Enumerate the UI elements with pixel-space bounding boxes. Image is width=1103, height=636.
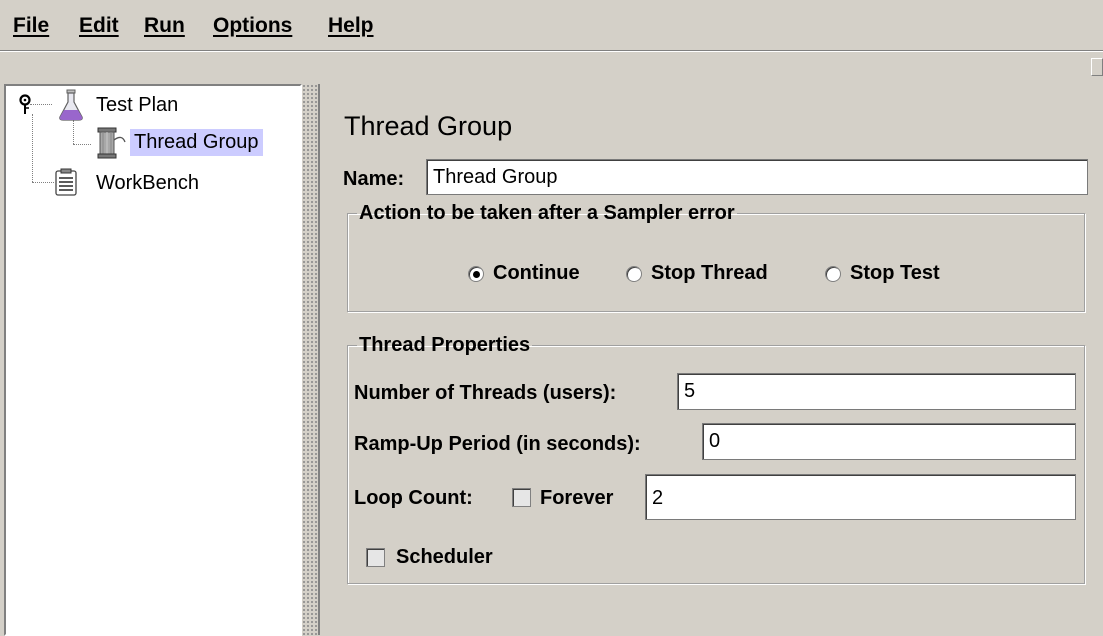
forever-checkbox[interactable]	[512, 488, 531, 507]
tree-item-test-plan[interactable]: Test Plan	[92, 92, 182, 119]
radio-stop-thread[interactable]: Stop Thread	[626, 262, 768, 285]
radio-unselected-icon	[626, 265, 642, 282]
workbench-clipboard-icon	[55, 168, 77, 196]
rampup-input[interactable]: 0	[702, 423, 1076, 460]
thread-group-spool-icon	[97, 127, 126, 159]
thread-properties-legend: Thread Properties	[359, 334, 531, 356]
radio-unselected-icon	[825, 265, 841, 282]
radio-stop-test[interactable]: Stop Test	[825, 262, 940, 285]
radio-selected-icon	[468, 265, 484, 282]
menu-edit[interactable]: Edit	[79, 14, 119, 38]
scheduler-checkbox[interactable]	[366, 548, 385, 567]
menu-bar: File Edit Run Options Help	[0, 0, 1103, 50]
sampler-error-legend: Action to be taken after a Sampler error	[359, 202, 735, 224]
tree-connector	[32, 182, 54, 183]
thread-group-panel: Thread Group Name: Thread Group Action t…	[322, 84, 1103, 635]
name-label: Name:	[343, 168, 405, 190]
toolbar-handle	[1091, 58, 1103, 76]
rampup-label: Ramp-Up Period (in seconds):	[354, 433, 641, 455]
menu-options[interactable]: Options	[213, 14, 292, 38]
menu-run[interactable]: Run	[144, 14, 185, 38]
menu-help[interactable]: Help	[328, 14, 374, 38]
tree-connector	[30, 104, 52, 105]
tree-root-key-icon[interactable]	[16, 94, 34, 116]
sampler-error-group: Action to be taken after a Sampler error	[347, 202, 1085, 312]
loop-count-input[interactable]: 2	[645, 474, 1076, 520]
test-plan-flask-icon	[59, 89, 83, 121]
toolbar-divider-highlight	[0, 51, 1103, 52]
threads-input[interactable]: 5	[677, 373, 1076, 410]
threads-label: Number of Threads (users):	[354, 382, 617, 404]
loop-count-label: Loop Count:	[354, 487, 473, 509]
radio-stop-thread-label: Stop Thread	[651, 262, 768, 284]
tree-connector	[73, 120, 74, 144]
tree-panel[interactable]: Test Plan Thread Group WorkBench	[4, 84, 302, 636]
tree-connector	[32, 114, 33, 182]
tree-connector	[73, 144, 91, 145]
panel-title: Thread Group	[344, 111, 513, 141]
tree-item-thread-group[interactable]: Thread Group	[130, 129, 263, 156]
radio-continue-label: Continue	[493, 262, 580, 284]
radio-stop-test-label: Stop Test	[850, 262, 940, 284]
split-pane-edge	[318, 84, 320, 635]
radio-continue[interactable]: Continue	[468, 262, 580, 285]
menu-file[interactable]: File	[13, 14, 49, 38]
forever-label: Forever	[540, 487, 614, 509]
tree-item-workbench[interactable]: WorkBench	[92, 170, 203, 197]
name-input[interactable]: Thread Group	[426, 159, 1088, 195]
scheduler-label: Scheduler	[396, 546, 493, 568]
